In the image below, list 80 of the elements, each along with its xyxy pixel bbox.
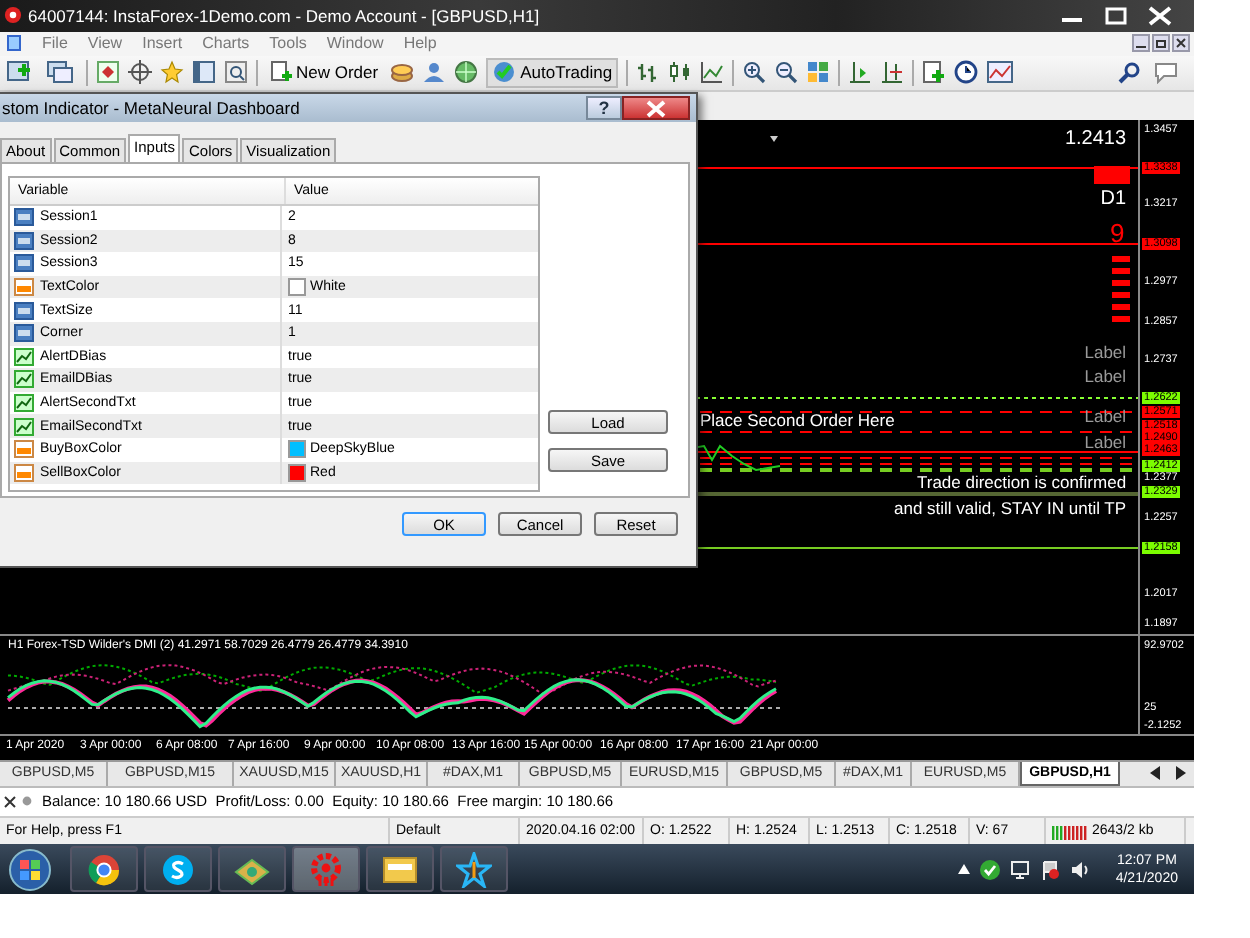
menu-item[interactable]: Window xyxy=(326,34,384,53)
dot-icon xyxy=(22,796,32,807)
timeframe-label: D1 xyxy=(1100,190,1127,211)
autotrading-button[interactable]: AutoTrading xyxy=(486,57,619,88)
monitor-icon[interactable] xyxy=(1009,859,1030,880)
star-icon[interactable] xyxy=(160,60,184,85)
menu-item[interactable]: Charts xyxy=(202,34,250,53)
chat-app-icon xyxy=(162,853,194,886)
document-icon xyxy=(6,34,22,53)
menu-item[interactable]: Insert xyxy=(142,34,183,53)
scroll-right-icon[interactable] xyxy=(1174,766,1186,781)
globe-check-icon xyxy=(492,60,517,85)
menu-item[interactable]: Help xyxy=(403,34,437,53)
taskbar-button[interactable] xyxy=(218,846,286,893)
menu-item[interactable]: Tools xyxy=(269,34,307,53)
stacked-windows-icon[interactable] xyxy=(46,60,78,85)
trade-note: Trade direction is confirmed xyxy=(916,474,1127,492)
signal-block-icon xyxy=(1094,166,1130,185)
start-orb-icon[interactable] xyxy=(8,847,52,892)
line-chart-icon xyxy=(14,417,34,436)
help-button[interactable]: ? xyxy=(586,96,622,120)
close-icon xyxy=(646,99,666,117)
zoom-in-icon[interactable] xyxy=(742,60,767,85)
picture-icon[interactable] xyxy=(986,60,1015,85)
star-icon xyxy=(456,851,492,888)
close-icon[interactable] xyxy=(1172,34,1190,53)
close-icon[interactable] xyxy=(4,795,16,808)
line-chart-icon[interactable] xyxy=(700,60,725,85)
bar-chart-icon[interactable] xyxy=(636,60,661,85)
signal-digit: 9 xyxy=(1110,220,1125,247)
chart-label: Label xyxy=(1084,408,1127,426)
stacked-bars-icon xyxy=(1112,256,1130,325)
scroll-left-icon[interactable] xyxy=(1150,766,1162,781)
signal-bars-icon xyxy=(1052,823,1088,840)
taskbar-button[interactable] xyxy=(144,846,212,893)
flag-icon[interactable] xyxy=(1039,859,1060,880)
taskbar-button[interactable] xyxy=(70,846,138,893)
window-icon[interactable] xyxy=(192,60,216,85)
chart-label: Label xyxy=(1084,368,1127,386)
chart-shift-icon[interactable] xyxy=(848,60,873,85)
zoom-out-icon[interactable] xyxy=(774,60,799,85)
browser-icon xyxy=(88,853,120,886)
dialog-title: stom Indicator - MetaNeural Dashboard xyxy=(2,98,300,118)
restore-icon[interactable] xyxy=(1152,34,1170,53)
maximize-icon[interactable] xyxy=(1102,5,1130,26)
minimize-icon[interactable] xyxy=(1132,34,1150,53)
order-note: Place Second Order Here xyxy=(700,412,895,430)
menu-item[interactable]: File xyxy=(42,34,68,53)
check-shield-icon[interactable] xyxy=(979,859,1000,880)
menu-item[interactable]: View xyxy=(87,34,123,53)
line-chart-icon xyxy=(14,370,34,389)
chart-label: Label xyxy=(1084,434,1127,452)
search-icon[interactable] xyxy=(1118,60,1142,85)
taskbar-button[interactable] xyxy=(366,846,434,893)
new-order-button[interactable]: New Order xyxy=(266,57,383,88)
candlestick-icon[interactable] xyxy=(668,60,693,85)
plus-document-icon xyxy=(270,60,292,85)
folder-icon xyxy=(382,854,418,885)
tiles-icon[interactable] xyxy=(806,60,831,85)
diamond-icon[interactable] xyxy=(96,60,120,85)
window-title: 64007144: InstaForex-1Demo.com - Demo Account - [GBPUSD,H1] xyxy=(28,5,540,26)
show-hidden-icon[interactable] xyxy=(957,864,970,875)
globe-icon[interactable] xyxy=(454,60,479,85)
taskbar-button[interactable] xyxy=(440,846,508,893)
line-chart-icon xyxy=(14,347,34,366)
gear-icon xyxy=(308,851,344,888)
chart-label: Label xyxy=(1084,344,1127,362)
plus-indicator-icon[interactable] xyxy=(922,60,947,85)
price-readout: 1.2413 xyxy=(1064,130,1127,151)
line-chart-icon xyxy=(14,394,34,413)
coins-icon[interactable] xyxy=(390,60,415,85)
trade-note: and still valid, STAY IN until TP xyxy=(893,500,1127,518)
magnifier-icon[interactable] xyxy=(224,60,248,85)
crosshair-icon[interactable] xyxy=(128,60,152,85)
close-button[interactable] xyxy=(622,96,690,120)
clock-icon[interactable] xyxy=(954,60,979,85)
autoscroll-icon[interactable] xyxy=(880,60,905,85)
app-logo-icon xyxy=(4,6,22,25)
person-icon[interactable] xyxy=(422,60,447,85)
speaker-icon[interactable] xyxy=(1069,859,1090,880)
